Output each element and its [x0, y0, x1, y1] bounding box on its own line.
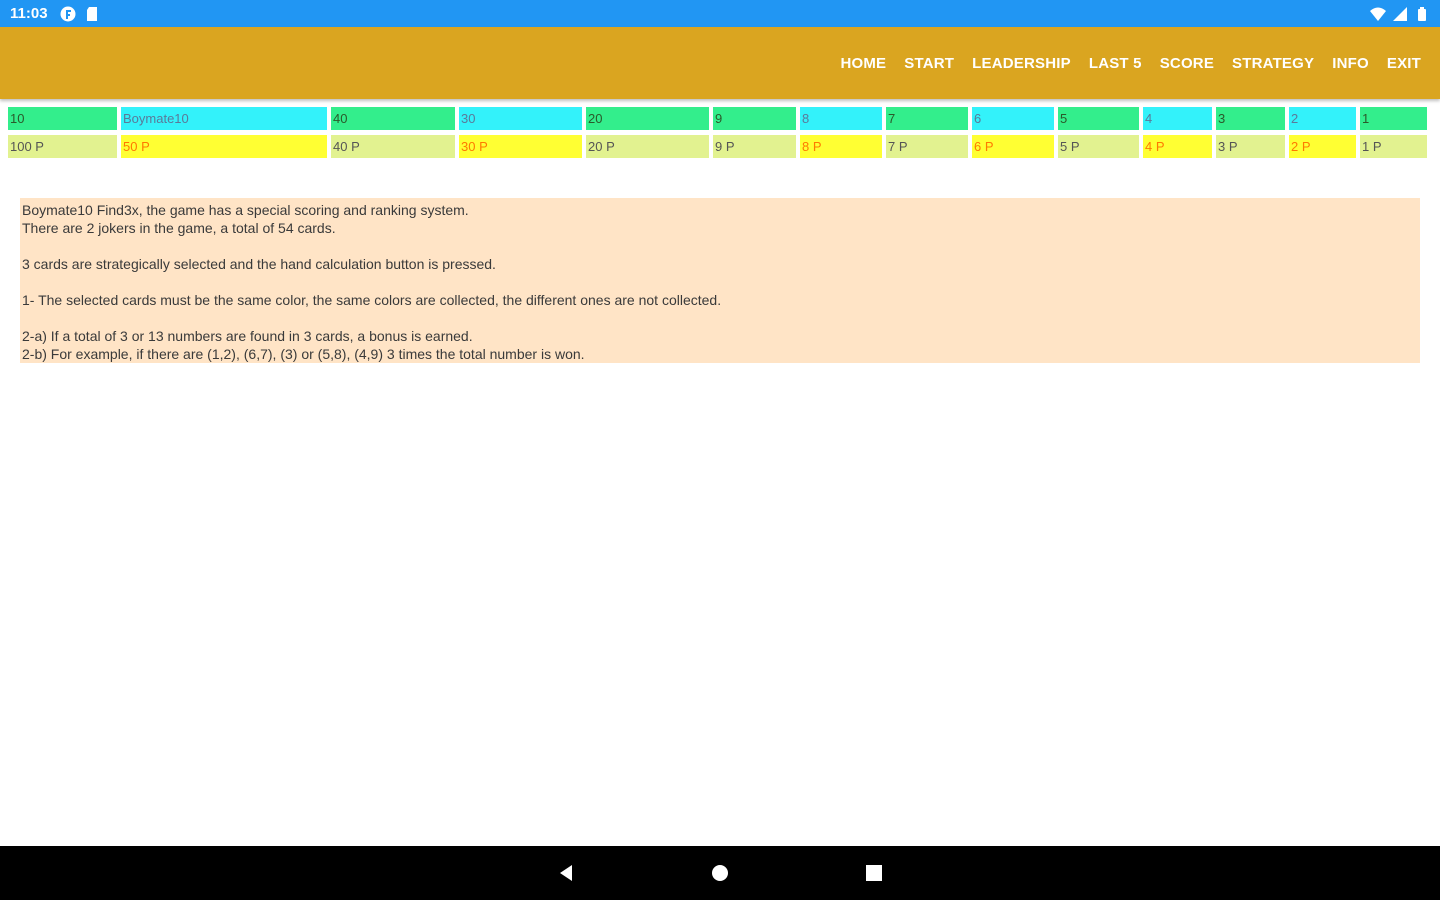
battery-icon [1414, 6, 1430, 22]
rank-name-cell: 2 [1289, 107, 1356, 130]
rank-name-cell: 4 [1143, 107, 1212, 130]
ranking-points-row: 100 P 50 P 40 P 30 P 20 P 9 P 8 P 7 P 6 … [8, 135, 1432, 158]
app-bar: HOME START LEADERSHIP LAST 5 SCORE STRAT… [0, 27, 1440, 99]
info-line [22, 309, 1418, 327]
rank-points-cell: 2 P [1289, 135, 1356, 158]
nav-last-5[interactable]: LAST 5 [1080, 55, 1151, 72]
system-nav-bar [0, 846, 1440, 900]
rank-points-cell: 1 P [1360, 135, 1427, 158]
status-bar: 11:03 [0, 0, 1440, 27]
info-line: Boymate10 Find3x, the game has a special… [22, 202, 469, 218]
rank-points-cell: 5 P [1058, 135, 1139, 158]
status-time: 11:03 [10, 5, 48, 22]
rank-name-cell: Boymate10 [121, 107, 327, 130]
rank-name-cell: 6 [972, 107, 1054, 130]
nav-home[interactable]: HOME [831, 55, 895, 72]
rank-points-cell: 9 P [713, 135, 796, 158]
info-line: 2-a) If a total of 3 or 13 numbers are f… [22, 328, 473, 344]
rank-name-cell: 3 [1216, 107, 1285, 130]
signal-icon [1392, 6, 1408, 22]
rank-points-cell: 7 P [886, 135, 968, 158]
info-line: 3 cards are strategically selected and t… [22, 256, 496, 272]
rank-name-cell: 10 [8, 107, 117, 130]
sd-card-icon [84, 6, 100, 22]
info-line: There are 2 jokers in the game, a total … [22, 220, 336, 236]
rank-points-cell: 8 P [800, 135, 882, 158]
app-notification-icon [60, 6, 76, 22]
rank-points-cell: 6 P [972, 135, 1054, 158]
rank-name-cell: 5 [1058, 107, 1139, 130]
nav-info[interactable]: INFO [1323, 55, 1378, 72]
rank-points-cell: 3 P [1216, 135, 1285, 158]
rank-points-cell: 50 P [121, 135, 327, 158]
info-line [22, 237, 1418, 255]
nav-leadership[interactable]: LEADERSHIP [963, 55, 1080, 72]
rank-points-cell: 4 P [1143, 135, 1212, 158]
rank-name-cell: 9 [713, 107, 796, 130]
info-line: 1- The selected cards must be the same c… [22, 292, 722, 308]
info-line: 2-b) For example, if there are (1,2), (6… [22, 346, 585, 362]
nav-score[interactable]: SCORE [1151, 55, 1223, 72]
rank-name-cell: 1 [1360, 107, 1427, 130]
ranking-names-row: 10 Boymate10 40 30 20 9 8 7 6 5 4 3 2 1 [8, 107, 1432, 130]
rank-name-cell: 7 [886, 107, 968, 130]
ranking-table: 10 Boymate10 40 30 20 9 8 7 6 5 4 3 2 1 … [8, 107, 1432, 163]
rank-points-cell: 100 P [8, 135, 117, 158]
rank-points-cell: 40 P [331, 135, 455, 158]
back-icon[interactable] [554, 861, 578, 885]
rank-points-cell: 30 P [459, 135, 582, 158]
wifi-icon [1370, 6, 1386, 22]
rank-name-cell: 40 [331, 107, 455, 130]
nav-start[interactable]: START [895, 55, 963, 72]
rank-name-cell: 30 [459, 107, 582, 130]
info-line [22, 273, 1418, 291]
rank-name-cell: 8 [800, 107, 882, 130]
home-icon[interactable] [708, 861, 732, 885]
nav-exit[interactable]: EXIT [1378, 55, 1430, 72]
info-text-box: Boymate10 Find3x, the game has a special… [20, 198, 1420, 363]
recents-icon[interactable] [862, 861, 886, 885]
rank-points-cell: 20 P [586, 135, 709, 158]
rank-name-cell: 20 [586, 107, 709, 130]
nav-strategy[interactable]: STRATEGY [1223, 55, 1323, 72]
